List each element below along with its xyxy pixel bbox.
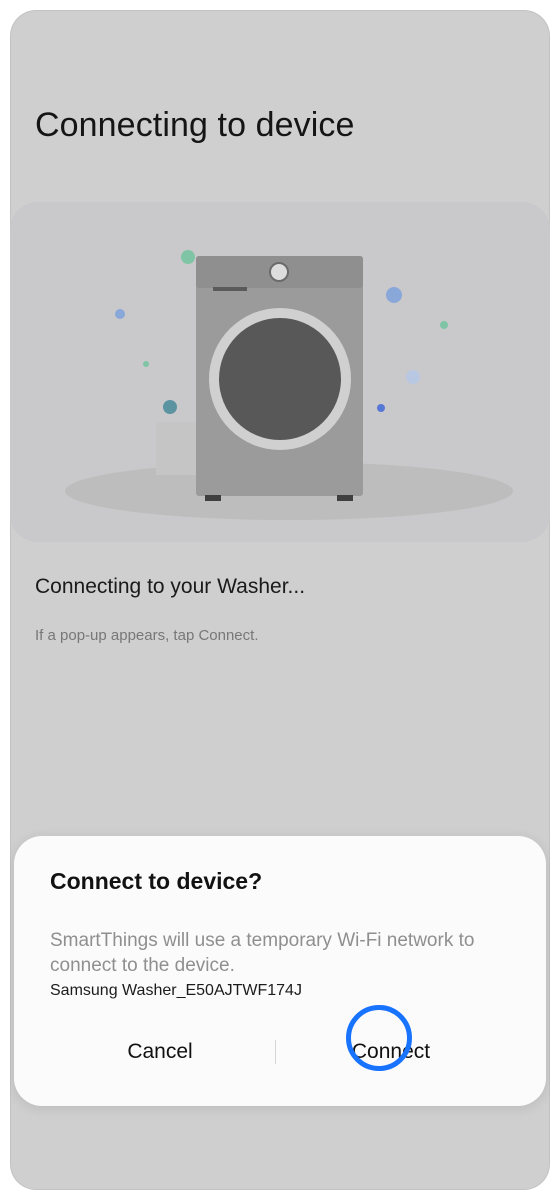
dialog-title: Connect to device? xyxy=(50,868,263,894)
phone-frame: Connecting to device Connecting to your … xyxy=(10,10,550,1190)
decorative-dot-icon xyxy=(181,250,195,264)
cancel-button[interactable]: Cancel xyxy=(50,1032,270,1072)
washer-control-slot xyxy=(213,287,247,291)
decorative-dot-icon xyxy=(115,309,125,319)
washer-illustration xyxy=(10,202,550,542)
decorative-dot-icon xyxy=(143,361,149,367)
washer-foot-left xyxy=(205,495,221,501)
washer-side-shadow xyxy=(156,422,196,475)
wifi-network-name: Samsung Washer_E50AJTWF174J xyxy=(50,982,302,999)
connect-dialog: Connect to device? SmartThings will use … xyxy=(14,836,546,1106)
button-divider xyxy=(275,1040,276,1064)
washer-foot-right xyxy=(337,495,353,501)
decorative-dot-icon xyxy=(440,321,448,329)
washer-knob-icon xyxy=(269,262,289,282)
connect-button[interactable]: Connect xyxy=(281,1032,501,1072)
decorative-dot-icon xyxy=(163,400,177,414)
connection-status: Connecting to your Washer... xyxy=(35,575,306,598)
screen: Connecting to device Connecting to your … xyxy=(10,10,550,1190)
decorative-dot-icon xyxy=(377,404,385,412)
decorative-dot-icon xyxy=(386,287,402,303)
page-title: Connecting to device xyxy=(35,106,355,144)
decorative-dot-icon xyxy=(406,370,420,384)
connection-hint: If a pop-up appears, tap Connect. xyxy=(35,627,259,644)
dialog-message: SmartThings will use a temporary Wi-Fi n… xyxy=(50,930,475,976)
washer-door-inner xyxy=(219,318,341,440)
washer-illustration-card xyxy=(10,202,550,542)
dialog-actions: Cancel Connect xyxy=(14,1032,546,1072)
